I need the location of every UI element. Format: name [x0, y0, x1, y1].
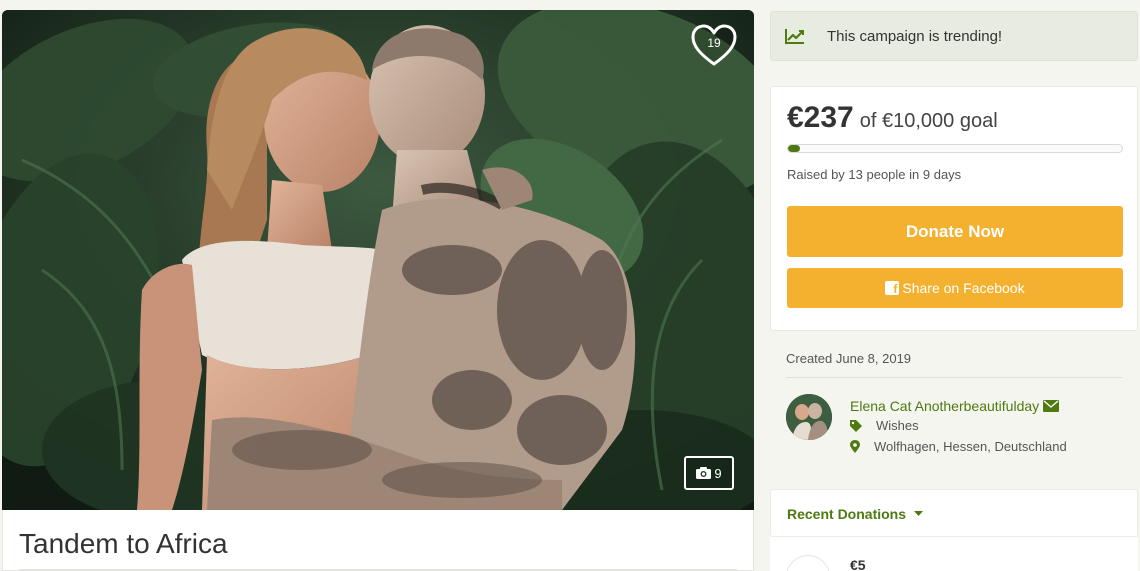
title-divider — [19, 569, 737, 570]
favorite-count: 19 — [707, 36, 721, 50]
organizer-name-link[interactable]: Elena Cat Anotherbeautifulday — [850, 398, 1060, 414]
camera-icon — [696, 467, 712, 479]
created-date: Created June 8, 2019 — [786, 351, 912, 366]
created-divider — [786, 377, 1122, 378]
organizer-info: Elena Cat Anotherbeautifulday Wishes Wol… — [786, 393, 1126, 463]
organizer-category: Wishes — [850, 418, 919, 433]
category-text: Wishes — [876, 418, 919, 433]
campaign-photo — [2, 10, 754, 510]
organizer-avatar[interactable] — [786, 394, 832, 440]
trending-banner: This campaign is trending! — [770, 11, 1138, 61]
organizer-name: Elena Cat Anotherbeautifulday — [850, 398, 1040, 414]
donate-now-button[interactable]: Donate Now — [787, 206, 1123, 257]
envelope-icon[interactable] — [1043, 400, 1060, 412]
raised-by-text: Raised by 13 people in 9 days — [787, 167, 962, 182]
raised-amount: €237 — [787, 101, 854, 134]
photo-gallery-button[interactable]: 9 — [684, 456, 734, 490]
caret-down-icon — [914, 511, 924, 516]
donor-avatar — [786, 555, 830, 571]
trending-chart-icon — [785, 29, 804, 44]
progress-bar — [787, 144, 1123, 153]
donation-amount: €5 — [850, 557, 866, 571]
trending-text: This campaign is trending! — [827, 27, 1003, 45]
goal-text: of €10,000 goal — [859, 110, 998, 132]
progress-bar-fill — [788, 145, 800, 152]
map-marker-icon — [850, 440, 860, 453]
donation-progress-card: €237 of €10,000 goal Raised by 13 people… — [770, 86, 1138, 331]
favorite-heart-button[interactable]: 19 — [690, 24, 738, 68]
campaign-title: Tandem to Africa — [19, 528, 228, 559]
donation-list-item: €5 — [770, 537, 1138, 571]
recent-donations-label: Recent Donations — [787, 506, 907, 522]
campaign-title-card: Tandem to Africa — [2, 510, 754, 571]
location-text: Wolfhagen, Hessen, Deutschland — [874, 439, 1067, 454]
photo-count: 9 — [714, 465, 722, 481]
organizer-avatar-image — [786, 394, 832, 440]
share-facebook-label: Share on Facebook — [902, 280, 1025, 296]
share-facebook-button[interactable]: f Share on Facebook — [787, 268, 1123, 308]
organizer-location: Wolfhagen, Hessen, Deutschland — [850, 439, 1067, 454]
campaign-hero-image[interactable]: 19 9 — [2, 10, 754, 510]
recent-donations-header: Recent Donations — [770, 489, 1138, 537]
tag-icon — [850, 419, 862, 432]
recent-donations-toggle[interactable]: Recent Donations — [787, 506, 924, 522]
amount-row: €237 of €10,000 goal — [787, 101, 998, 135]
facebook-icon: f — [885, 281, 900, 295]
